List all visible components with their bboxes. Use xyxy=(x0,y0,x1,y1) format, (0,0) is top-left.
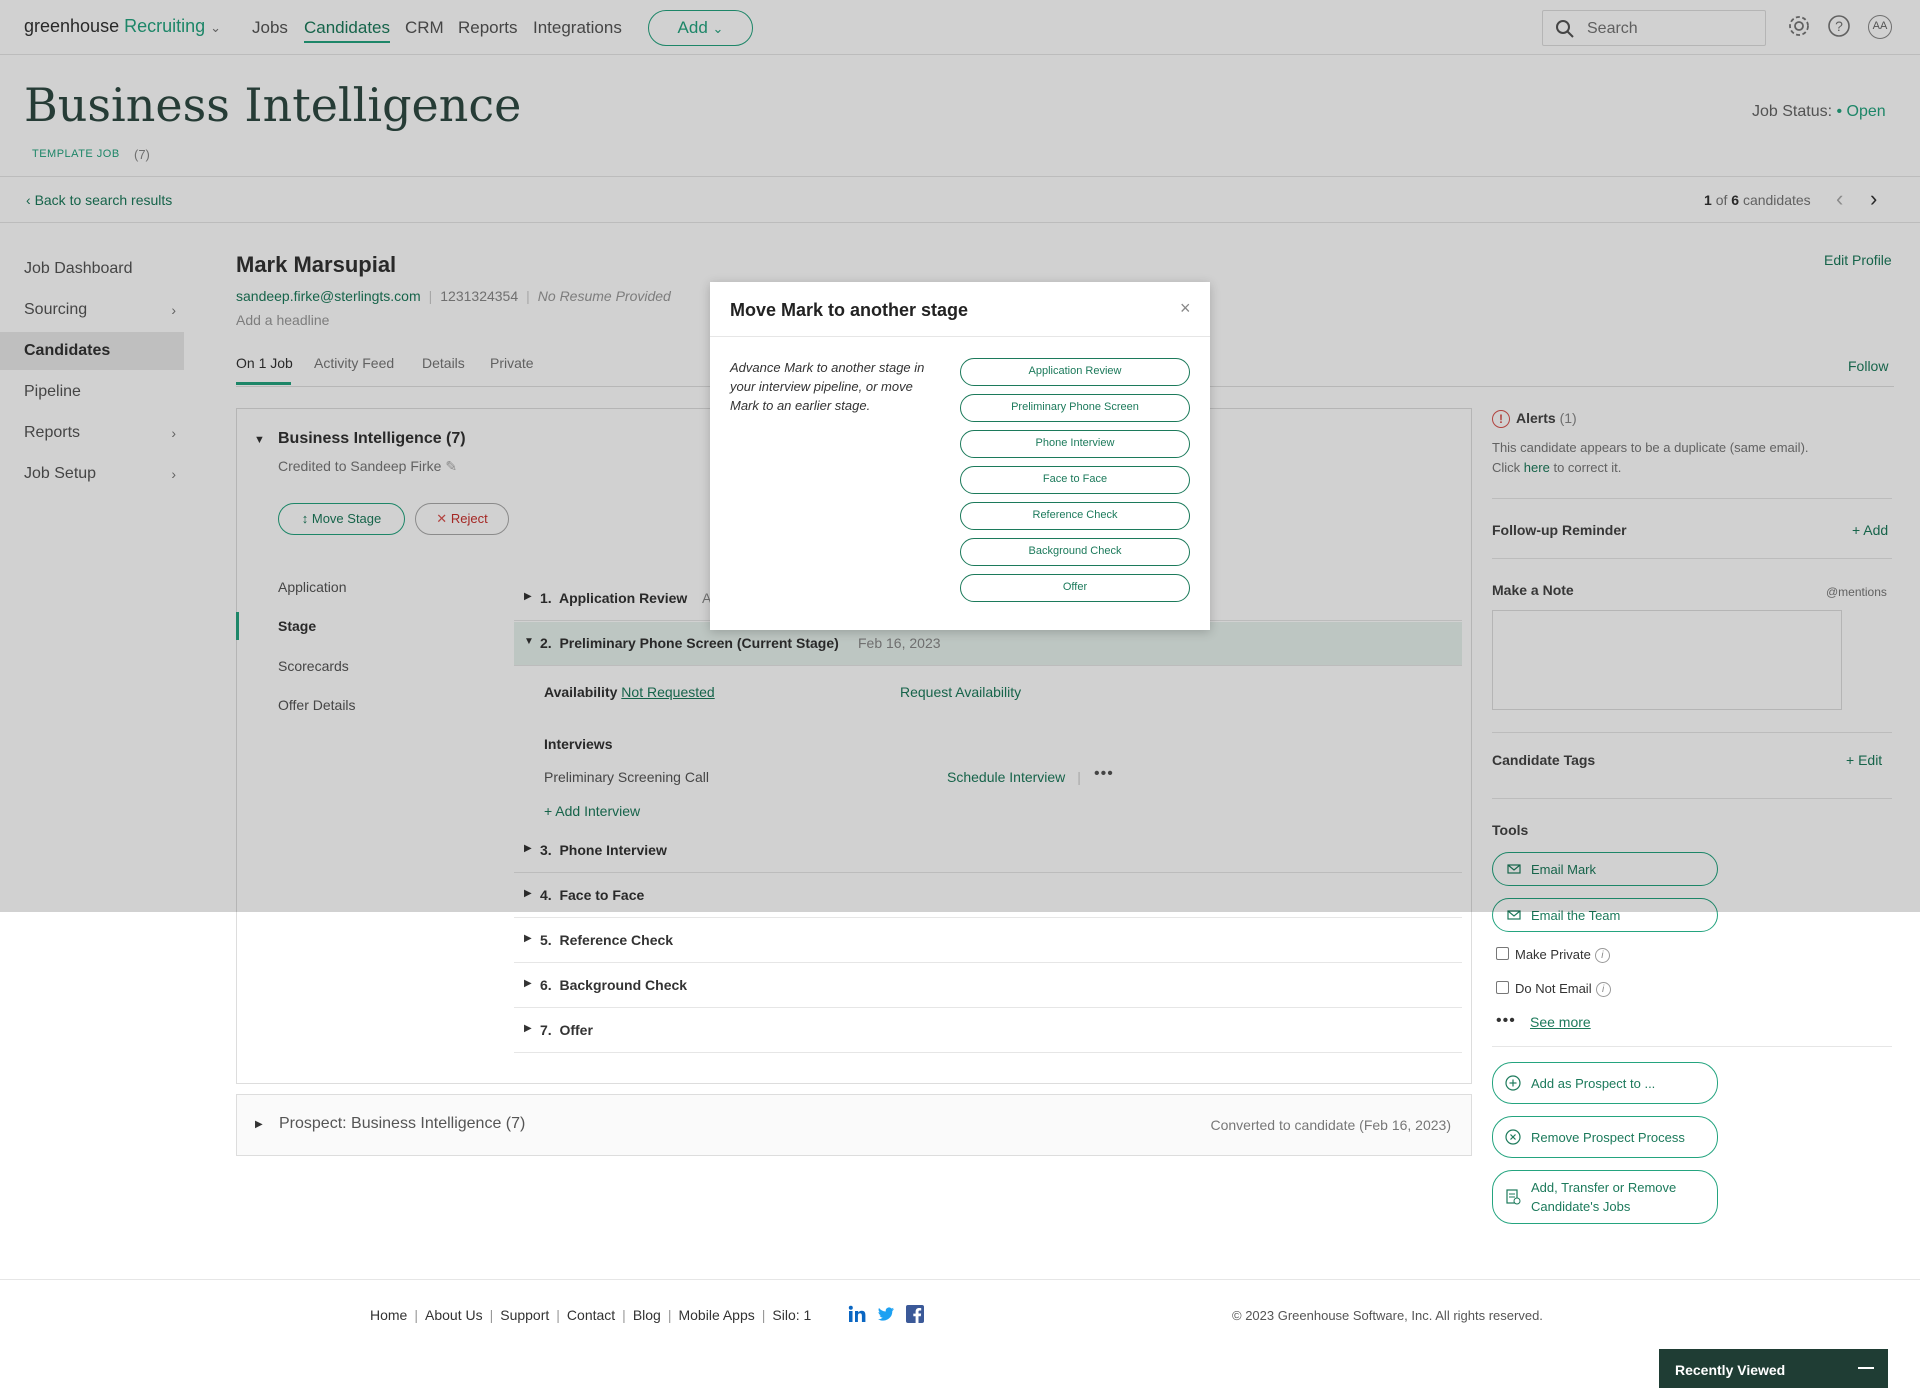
copyright: © 2023 Greenhouse Software, Inc. All rig… xyxy=(1232,1308,1543,1323)
modal-description: Advance Mark to another stage in your in… xyxy=(730,360,925,413)
divider xyxy=(1492,1046,1892,1047)
info-icon[interactable]: i xyxy=(1595,982,1611,998)
footer-link-support[interactable]: Support xyxy=(500,1307,549,1323)
footer-link-mobile[interactable]: Mobile Apps xyxy=(678,1307,754,1323)
modal-title: Move Mark to another stage xyxy=(730,300,969,320)
footer-links: Home | About Us | Support | Contact | Blog | Mobil… xyxy=(370,1307,812,1323)
silo-label: Silo: 1 xyxy=(772,1307,812,1323)
make-private-checkbox[interactable] xyxy=(1496,947,1509,960)
x-circle-icon xyxy=(1505,1129,1521,1145)
close-icon[interactable]: × xyxy=(1180,298,1191,319)
stage-row[interactable]: ▶ 5. Reference Check xyxy=(514,919,1462,963)
stage-option-face-to-face[interactable]: Face to Face xyxy=(960,466,1190,494)
minimize-icon[interactable] xyxy=(1858,1367,1874,1369)
divider xyxy=(0,1279,1920,1280)
stage-option-preliminary-phone-screen[interactable]: Preliminary Phone Screen xyxy=(960,394,1190,422)
do-not-email-checkbox[interactable] xyxy=(1496,981,1509,994)
recently-viewed-panel[interactable]: Recently Viewed xyxy=(1659,1349,1888,1388)
transfer-jobs-button[interactable]: Add, Transfer or Remove Candidate's Jobs xyxy=(1492,1170,1718,1224)
stage-option-offer[interactable]: Offer xyxy=(960,574,1190,602)
footer-link-home[interactable]: Home xyxy=(370,1307,407,1323)
stage-option-background-check[interactable]: Background Check xyxy=(960,538,1190,566)
caret-right-icon: ▶ xyxy=(255,1119,263,1130)
see-more-link[interactable]: See more xyxy=(1530,1014,1591,1030)
info-icon[interactable]: i xyxy=(1594,948,1610,964)
plus-circle-icon xyxy=(1505,1075,1521,1091)
converted-status: Converted to candidate (Feb 16, 2023) xyxy=(1210,1117,1452,1133)
prospect-panel[interactable]: ▶ Prospect: Business Intelligence (7) Co… xyxy=(236,1094,1472,1156)
more-options-icon[interactable]: ••• xyxy=(1496,1012,1516,1030)
move-stage-modal: Move Mark to another stage × Advance Mar… xyxy=(710,282,1210,630)
prospect-label: Prospect: Business Intelligence (7) xyxy=(279,1115,526,1132)
twitter-icon[interactable] xyxy=(877,1305,895,1323)
footer-link-blog[interactable]: Blog xyxy=(633,1307,661,1323)
add-as-prospect-button[interactable]: Add as Prospect to ... xyxy=(1492,1062,1718,1104)
stage-row[interactable]: ▶ 7. Offer xyxy=(514,1009,1462,1053)
stage-option-phone-interview[interactable]: Phone Interview xyxy=(960,430,1190,458)
remove-prospect-button[interactable]: Remove Prospect Process xyxy=(1492,1116,1718,1158)
jobs-icon xyxy=(1506,1189,1521,1205)
facebook-icon[interactable] xyxy=(906,1305,924,1323)
linkedin-icon[interactable] xyxy=(848,1305,866,1323)
footer-link-contact[interactable]: Contact xyxy=(567,1307,615,1323)
footer-link-about[interactable]: About Us xyxy=(425,1307,483,1323)
stage-option-application-review[interactable]: Application Review xyxy=(960,358,1190,386)
make-private-label: Make Private i xyxy=(1515,947,1610,964)
stage-row[interactable]: ▶ 6. Background Check xyxy=(514,964,1462,1008)
do-not-email-label: Do Not Email i xyxy=(1515,981,1611,998)
stage-option-reference-check[interactable]: Reference Check xyxy=(960,502,1190,530)
divider xyxy=(710,336,1210,337)
